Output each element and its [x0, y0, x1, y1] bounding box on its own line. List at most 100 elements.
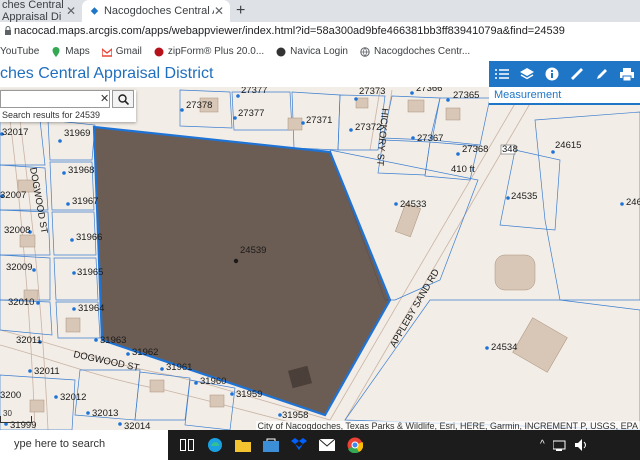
- edge-icon: [208, 438, 222, 452]
- road-shield-label: 348: [502, 144, 518, 155]
- system-tray: ^: [540, 439, 589, 451]
- parcel-label[interactable]: 31961: [166, 362, 192, 373]
- browser-tab-active[interactable]: Nacogdoches Central Appraisal D ✕: [82, 0, 230, 22]
- selected-parcel-label[interactable]: 24539: [240, 245, 266, 256]
- mail-icon: [319, 439, 335, 451]
- windows-taskbar: ype here to search ^: [0, 430, 640, 460]
- new-tab-icon[interactable]: +: [236, 2, 245, 20]
- parcel-label[interactable]: 27368: [462, 144, 488, 155]
- info-button[interactable]: [539, 61, 564, 87]
- bookmark-zipform[interactable]: zipForm® Plus 20.0...: [154, 46, 264, 57]
- tab-title: ches Central Appraisal Di: [2, 0, 64, 23]
- store-icon: [263, 438, 279, 452]
- taskbar-search-placeholder: ype here to search: [14, 438, 106, 450]
- dropbox-icon: [291, 438, 307, 450]
- draw-icon: [597, 69, 608, 79]
- measure-button[interactable]: [565, 61, 590, 87]
- bookmark-navica[interactable]: Navica Login: [276, 46, 348, 57]
- bookmark-maps[interactable]: Maps: [51, 46, 90, 57]
- parcel-label[interactable]: 31958: [282, 410, 308, 421]
- parcel-label[interactable]: 32017: [2, 127, 28, 138]
- bookmark-label: Navica Login: [290, 46, 348, 57]
- close-icon[interactable]: ✕: [214, 4, 224, 18]
- parcel-label[interactable]: 31960: [200, 376, 226, 387]
- parcel-label[interactable]: 31964: [78, 303, 104, 314]
- scale-bar: [0, 416, 32, 423]
- zipform-icon: [154, 47, 164, 56]
- lock-icon[interactable]: [4, 26, 12, 36]
- taskbar-search-box[interactable]: ype here to search: [0, 430, 168, 460]
- search-results-text[interactable]: Search results for 24539: [2, 110, 100, 120]
- parcel-label[interactable]: 27365: [453, 90, 479, 101]
- layers-button[interactable]: [514, 61, 539, 87]
- bookmark-label: zipForm® Plus 20.0...: [167, 46, 265, 57]
- search-widget: ✕ Search results for 24539: [0, 90, 136, 122]
- parcel-label[interactable]: 32012: [60, 392, 86, 403]
- parcel-label[interactable]: 32013: [92, 408, 118, 419]
- widget-toolbar: [489, 61, 640, 87]
- store-button[interactable]: [262, 436, 280, 454]
- search-button[interactable]: [112, 90, 134, 108]
- parcel-label[interactable]: 27371: [306, 115, 332, 126]
- task-view-button[interactable]: [178, 436, 196, 454]
- parcel-label[interactable]: 27367: [417, 133, 443, 144]
- network-icon[interactable]: [552, 439, 567, 451]
- tab-title: Nacogdoches Central Appraisal D: [103, 5, 214, 17]
- parcel-label[interactable]: 24535: [511, 191, 537, 202]
- parcel-label[interactable]: 32014: [124, 421, 150, 432]
- parcel-label[interactable]: 27378: [186, 100, 212, 111]
- close-icon[interactable]: ✕: [66, 4, 76, 18]
- search-icon: [117, 93, 129, 105]
- parcel-label[interactable]: 27372: [355, 122, 381, 133]
- parcel-label[interactable]: 32009: [6, 262, 32, 273]
- layer-list-button[interactable]: [489, 61, 514, 87]
- dropbox-button[interactable]: [290, 436, 308, 454]
- parcel-label[interactable]: 32008: [4, 225, 30, 236]
- clear-icon[interactable]: ✕: [100, 92, 109, 105]
- parcel-label[interactable]: 31963: [100, 335, 126, 346]
- layers-icon: [519, 67, 534, 79]
- parcel-label[interactable]: 32010: [8, 297, 34, 308]
- address-bar[interactable]: nacocad.maps.arcgis.com/apps/webappviewe…: [0, 22, 640, 43]
- selected-parcel-centroid: [233, 258, 239, 264]
- maps-icon: [52, 46, 60, 57]
- parcel-label[interactable]: 24534: [491, 342, 517, 353]
- draw-button[interactable]: [590, 61, 615, 87]
- parcel-label[interactable]: 31968: [68, 165, 94, 176]
- panel-title: Measurement: [494, 89, 562, 101]
- parcel-label[interactable]: 31967: [72, 196, 98, 207]
- volume-icon[interactable]: [574, 439, 589, 451]
- up-arrow-icon[interactable]: ^: [540, 439, 545, 451]
- chrome-icon: [347, 437, 363, 453]
- parcel-label[interactable]: 31959: [236, 389, 262, 400]
- parcel-label[interactable]: 27373: [359, 86, 385, 97]
- parcel-label[interactable]: 24615: [555, 140, 581, 151]
- bookmark-youtube[interactable]: YouTube: [0, 46, 39, 57]
- parcel-label[interactable]: 24533: [400, 199, 426, 210]
- parcel-label[interactable]: 3200: [0, 390, 21, 401]
- bookmark-gmail[interactable]: Gmail: [101, 46, 142, 57]
- parcel-label[interactable]: 31969: [64, 128, 90, 139]
- app-title: ches Central Appraisal District: [0, 65, 214, 82]
- url-text[interactable]: nacocad.maps.arcgis.com/apps/webappviewe…: [14, 25, 565, 37]
- parcel-label[interactable]: 31962: [132, 347, 158, 358]
- bookmark-label: Maps: [65, 46, 90, 57]
- edge-button[interactable]: [206, 436, 224, 454]
- parcel-label[interactable]: 27377: [238, 108, 264, 119]
- parcel-label[interactable]: 31965: [77, 267, 103, 278]
- measurement-panel-header[interactable]: Measurement: [489, 87, 640, 105]
- print-button[interactable]: [615, 61, 640, 87]
- task-view-icon: [180, 439, 194, 451]
- bookmark-nacogdoches[interactable]: Nacogdoches Centr...: [360, 46, 470, 57]
- parcel-label[interactable]: 24624: [626, 197, 640, 208]
- parcel-label[interactable]: 32011: [16, 335, 42, 346]
- bookmark-label: Nacogdoches Centr...: [373, 46, 471, 57]
- mail-button[interactable]: [318, 436, 336, 454]
- parcel-label[interactable]: 32011: [34, 366, 60, 377]
- parcel-label[interactable]: 32007: [0, 190, 26, 201]
- browser-tab[interactable]: ches Central Appraisal Di ✕: [0, 0, 82, 23]
- search-input[interactable]: [0, 90, 110, 108]
- file-explorer-button[interactable]: [234, 436, 252, 454]
- chrome-button[interactable]: [346, 436, 364, 454]
- parcel-label[interactable]: 31966: [76, 232, 102, 243]
